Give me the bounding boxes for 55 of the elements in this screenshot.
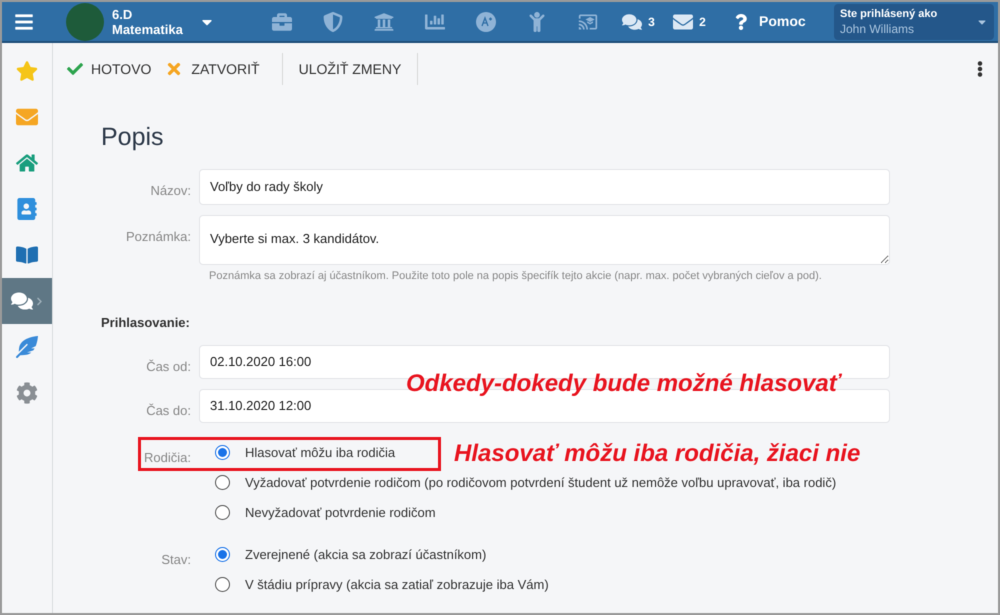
class-title: 6.D xyxy=(112,6,134,22)
children-icon[interactable] xyxy=(526,12,546,32)
field-label: Názov: xyxy=(150,182,191,198)
section-title: Prihlasovanie: xyxy=(101,314,190,330)
toolbar-button[interactable]: HOTOVO xyxy=(65,58,154,80)
help-button[interactable]: Pomoc xyxy=(733,11,806,32)
settings-icon xyxy=(16,382,38,404)
toolbar-button[interactable]: ULOŽIŤ ZMENY xyxy=(296,58,404,80)
notebook-icon xyxy=(16,198,38,220)
radio-label: Vyžadovať potvrdenie rodičom (po rodičovom potvrdení študent už nemôže voľbu upravovať, iba rodič) xyxy=(245,474,836,492)
radio-button[interactable] xyxy=(215,547,230,562)
sidebar-item[interactable] xyxy=(2,278,52,324)
field-label: Čas od: xyxy=(146,358,191,374)
shield-icon[interactable] xyxy=(322,12,342,32)
radio-label: Zverejnené (akcia sa zobrazí účastníkom) xyxy=(245,546,486,564)
class-subtitle: Matematika xyxy=(112,22,183,36)
field-label: Stav: xyxy=(161,552,191,566)
mail-icon xyxy=(16,106,38,128)
radio-button[interactable] xyxy=(215,577,230,592)
radio-label: V štádiu prípravy (akcia sa zatiaľ zobrazuje iba Vám) xyxy=(245,576,549,594)
bar-chart-icon[interactable] xyxy=(424,12,444,32)
field-label: Rodičia: xyxy=(144,450,191,464)
user-label: Ste prihlásený ako xyxy=(840,6,938,22)
radio-label: Hlasovať môžu iba rodičia xyxy=(245,444,396,462)
book-icon xyxy=(16,244,38,266)
toolbar-button[interactable]: ZATVORIŤ xyxy=(163,58,262,80)
field-label: Čas do: xyxy=(146,402,191,418)
radio-label: Nevyžadovať potvrdenie rodičom xyxy=(245,504,436,522)
count-label: 2 xyxy=(699,14,706,30)
cast-icon[interactable] xyxy=(578,12,598,32)
section-heading: Popis xyxy=(101,122,165,153)
user-name: John Williams xyxy=(840,22,916,36)
home-icon xyxy=(16,152,38,174)
bank-icon[interactable] xyxy=(374,12,394,32)
radio-button[interactable] xyxy=(215,445,230,460)
chevron-icon xyxy=(34,296,44,306)
radio-button[interactable] xyxy=(215,505,230,520)
name-field[interactable]: Voľby do rady školy xyxy=(199,168,890,204)
chat-icon[interactable] xyxy=(622,12,642,32)
note-field[interactable]: Vyberte si max. 3 kandidátov. xyxy=(199,214,890,264)
user-menu[interactable]: Ste prihlásený ako John Williams xyxy=(834,4,994,40)
radio-button[interactable] xyxy=(215,475,230,490)
star-icon xyxy=(16,60,38,82)
briefcase-icon[interactable] xyxy=(272,12,292,32)
grade-icon[interactable] xyxy=(476,12,496,32)
feather-icon xyxy=(16,336,38,358)
check-icon xyxy=(67,61,83,77)
chat-icon xyxy=(10,290,32,312)
annotation-text: Hlasovať môžu iba rodičia, žiaci nie xyxy=(454,439,860,469)
mail-icon[interactable] xyxy=(673,12,694,32)
photo-placeholder xyxy=(66,2,104,40)
count-label: 3 xyxy=(648,14,655,30)
field-label: Poznámka: xyxy=(126,228,191,244)
hint-text: Poznámka sa zobrazí aj účastníkom. Použite toto pole na popis špecifík tejto akcie (napr. max. počet vybraných cieľov a pod). xyxy=(208,268,823,282)
help-icon xyxy=(733,14,749,30)
